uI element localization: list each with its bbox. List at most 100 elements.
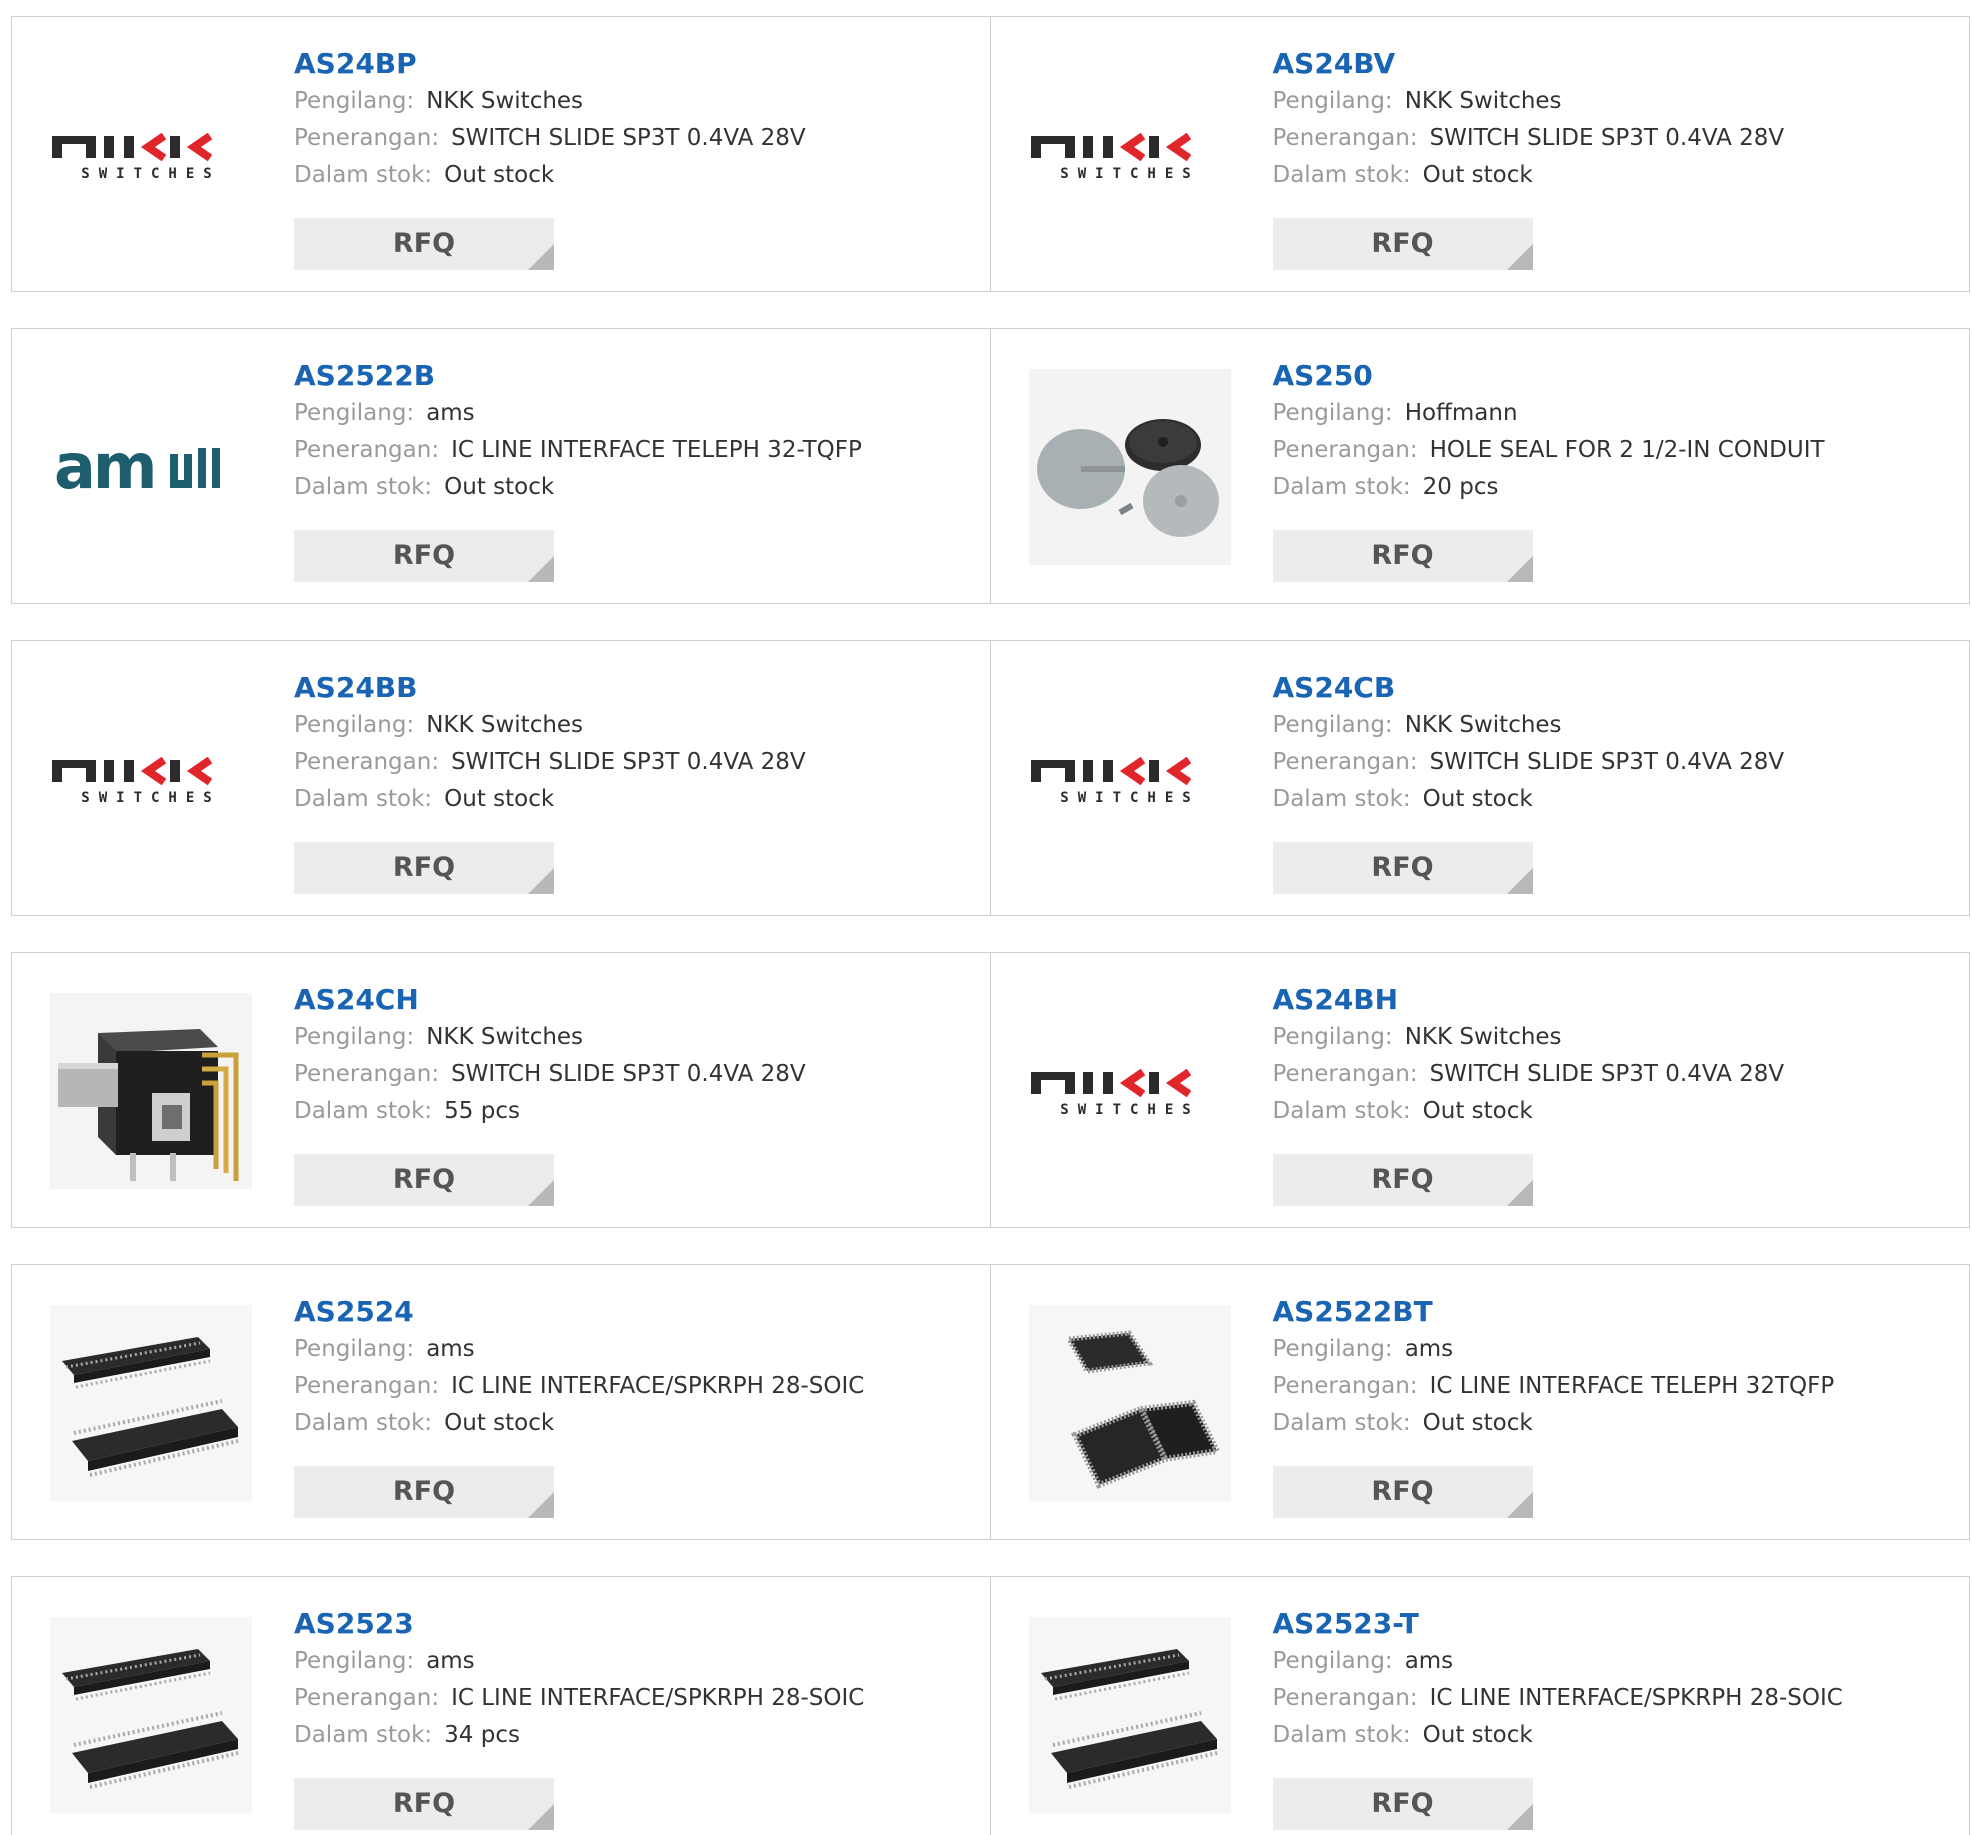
stock-row: Dalam stok: Out stock <box>1273 157 1959 194</box>
description-value: SWITCH SLIDE SP3T 0.4VA 28V <box>451 125 806 151</box>
part-number-link[interactable]: AS2522BT <box>1273 1293 1959 1331</box>
description-value: SWITCH SLIDE SP3T 0.4VA 28V <box>451 749 806 775</box>
part-number-link[interactable]: AS24BV <box>1273 45 1959 83</box>
part-number-link[interactable]: AS24CB <box>1273 669 1959 707</box>
product-image[interactable]: am <box>50 369 252 565</box>
stock-value: Out stock <box>444 1410 555 1436</box>
rfq-button[interactable]: RFQ <box>1272 218 1533 270</box>
stock-row: Dalam stok: Out stock <box>294 781 980 818</box>
stock-row: Dalam stok: 34 pcs <box>294 1717 980 1754</box>
description-value: IC LINE INTERFACE/SPKRPH 28-SOIC <box>451 1685 865 1711</box>
description-value: IC LINE INTERFACE TELEPH 32-TQFP <box>451 437 862 463</box>
product-info: AS2523 Pengilang: ams Penerangan: IC LINE IN… <box>294 1605 980 1754</box>
manufacturer-value: NKK Switches <box>426 712 584 738</box>
description-row: Penerangan: SWITCH SLIDE SP3T 0.4VA 28V <box>294 1056 980 1093</box>
product-info: AS24BP Pengilang: NKK Switches Penerangan: S… <box>294 45 980 194</box>
description-label: Penerangan: <box>294 1685 440 1711</box>
rfq-button[interactable]: RFQ <box>294 1154 554 1206</box>
product-image[interactable] <box>1028 1617 1231 1813</box>
manufacturer-row: Pengilang: ams <box>294 395 980 432</box>
rfq-button[interactable]: RFQ <box>1272 1466 1533 1518</box>
rfq-label: RFQ <box>1371 852 1434 883</box>
product-image[interactable] <box>1028 1305 1231 1501</box>
svg-text:SWITCHES: SWITCHES <box>81 790 220 806</box>
description-row: Penerangan: HOLE SEAL FOR 2 1/2-IN CONDUI… <box>1273 432 1959 469</box>
product-row: AS2523 Pengilang: ams Penerangan: IC LINE IN… <box>11 1576 1971 1835</box>
rfq-label: RFQ <box>392 1164 456 1195</box>
rfq-button[interactable]: RFQ <box>1272 530 1533 582</box>
part-number-link[interactable]: AS24BB <box>294 669 980 707</box>
product-image[interactable]: SWITCHES <box>1029 993 1231 1189</box>
product-info: AS2522BT Pengilang: ams Penerangan: IC LINE … <box>1273 1293 1959 1442</box>
description-row: Penerangan: IC LINE INTERFACE/SPKRPH 28-S… <box>294 1368 980 1405</box>
product-info: AS24CB Pengilang: NKK Switches Penerangan: S… <box>1273 669 1959 818</box>
stock-label: Dalam stok: <box>294 1410 433 1436</box>
description-value: IC LINE INTERFACE/SPKRPH 28-SOIC <box>1429 1685 1843 1711</box>
manufacturer-row: Pengilang: ams <box>294 1331 980 1368</box>
svg-text:SWITCHES: SWITCHES <box>81 166 220 182</box>
part-number-link[interactable]: AS250 <box>1273 357 1959 395</box>
manufacturer-value: ams <box>426 400 475 426</box>
product-image[interactable] <box>50 1617 252 1813</box>
rfq-label: RFQ <box>392 228 456 259</box>
product-image[interactable] <box>50 993 252 1189</box>
description-label: Penerangan: <box>294 1373 440 1399</box>
product-grid: SWITCHES AS24BP Pengilang: NKK Switches Pen… <box>11 16 1971 1835</box>
stock-row: Dalam stok: Out stock <box>1273 1405 1959 1442</box>
product-image[interactable] <box>1028 369 1231 565</box>
stock-row: Dalam stok: Out stock <box>1273 1717 1959 1754</box>
product-card: SWITCHES AS24BB Pengilang: NKK Switches Pen… <box>11 640 991 916</box>
manufacturer-row: Pengilang: NKK Switches <box>1273 1019 1959 1056</box>
description-label: Penerangan: <box>1272 1373 1418 1399</box>
stock-value: 20 pcs <box>1422 474 1499 500</box>
description-label: Penerangan: <box>294 749 440 775</box>
rfq-label: RFQ <box>1371 1164 1434 1195</box>
part-number-link[interactable]: AS2522B <box>294 357 980 395</box>
product-card: SWITCHES AS24BV Pengilang: NKK Switches Pen… <box>989 16 1970 292</box>
part-number-link[interactable]: AS24BH <box>1273 981 1959 1019</box>
manufacturer-label: Pengilang: <box>1272 712 1393 738</box>
rfq-button[interactable]: RFQ <box>294 530 554 582</box>
manufacturer-value: NKK Switches <box>426 1024 584 1050</box>
description-label: Penerangan: <box>294 125 440 151</box>
manufacturer-row: Pengilang: ams <box>294 1643 980 1680</box>
part-number-link[interactable]: AS2523-T <box>1273 1605 1959 1643</box>
rfq-button[interactable]: RFQ <box>294 218 554 270</box>
product-info: AS2524 Pengilang: ams Penerangan: IC LINE IN… <box>294 1293 980 1442</box>
product-card: SWITCHES AS24BH Pengilang: NKK Switches Pen… <box>989 952 1970 1228</box>
product-image[interactable]: SWITCHES <box>50 681 252 877</box>
stock-value: Out stock <box>1422 1098 1533 1124</box>
rfq-button[interactable]: RFQ <box>294 1466 554 1518</box>
description-value: IC LINE INTERFACE/SPKRPH 28-SOIC <box>451 1373 865 1399</box>
part-number-link[interactable]: AS2524 <box>294 1293 980 1331</box>
part-number-link[interactable]: AS24BP <box>294 45 980 83</box>
description-value: SWITCH SLIDE SP3T 0.4VA 28V <box>1429 749 1785 775</box>
product-image[interactable]: SWITCHES <box>50 57 252 253</box>
manufacturer-label: Pengilang: <box>1272 1024 1393 1050</box>
manufacturer-label: Pengilang: <box>294 712 415 738</box>
rfq-button[interactable]: RFQ <box>1272 842 1533 894</box>
stock-row: Dalam stok: Out stock <box>1273 1093 1959 1130</box>
product-image[interactable]: SWITCHES <box>1029 57 1231 253</box>
product-image[interactable] <box>50 1305 252 1501</box>
description-label: Penerangan: <box>294 1061 440 1087</box>
stock-label: Dalam stok: <box>1272 786 1411 812</box>
rfq-button[interactable]: RFQ <box>294 1778 554 1830</box>
stock-value: 34 pcs <box>444 1722 520 1748</box>
rfq-button[interactable]: RFQ <box>1272 1778 1533 1830</box>
manufacturer-value: NKK Switches <box>1404 712 1562 738</box>
description-row: Penerangan: SWITCH SLIDE SP3T 0.4VA 28V <box>294 744 980 781</box>
product-image[interactable]: SWITCHES <box>1029 681 1231 877</box>
rfq-button[interactable]: RFQ <box>294 842 554 894</box>
rfq-button[interactable]: RFQ <box>1272 1154 1533 1206</box>
description-row: Penerangan: IC LINE INTERFACE/SPKRPH 28-S… <box>1273 1680 1959 1717</box>
manufacturer-label: Pengilang: <box>294 1024 415 1050</box>
manufacturer-value: ams <box>426 1648 475 1674</box>
part-number-link[interactable]: AS24CH <box>294 981 980 1019</box>
product-card: am AS2522B Pengilang: ams Penerangan: IC LIN… <box>11 328 991 604</box>
stock-label: Dalam stok: <box>1272 1722 1411 1748</box>
manufacturer-value: NKK Switches <box>1404 88 1562 114</box>
part-number-link[interactable]: AS2523 <box>294 1605 980 1643</box>
product-info: AS250 Pengilang: Hoffmann Penerangan: HOLE S… <box>1273 357 1959 506</box>
stock-row: Dalam stok: Out stock <box>294 469 980 506</box>
